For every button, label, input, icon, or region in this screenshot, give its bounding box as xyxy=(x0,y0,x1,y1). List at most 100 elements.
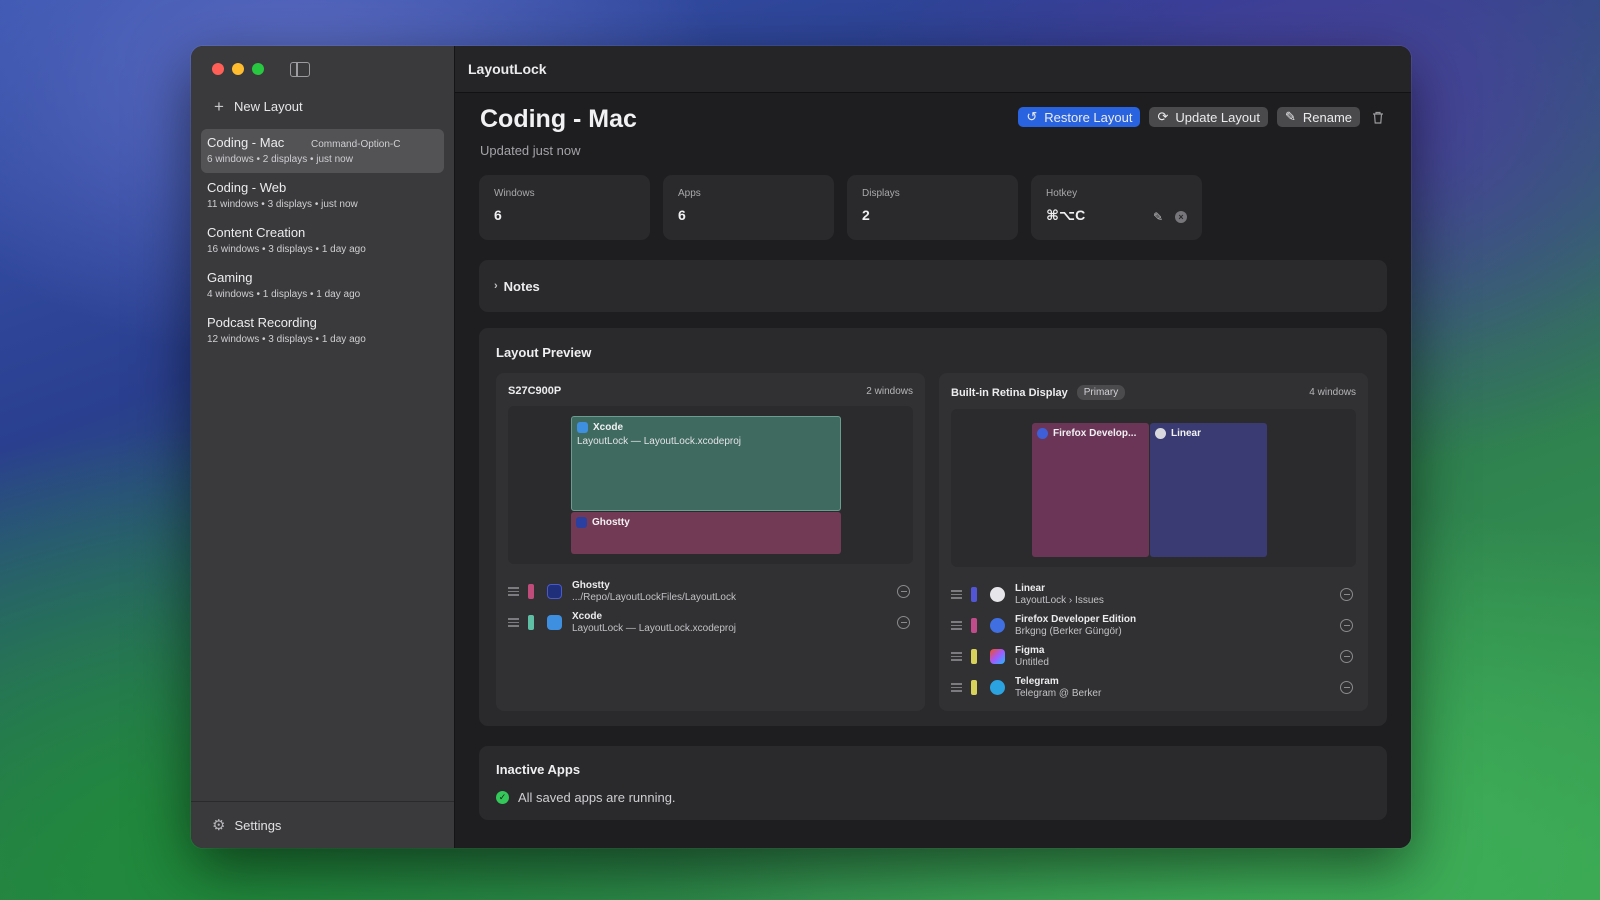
close-window-button[interactable] xyxy=(212,63,224,75)
row-window-title: Untitled xyxy=(1015,656,1049,668)
drag-handle-icon[interactable] xyxy=(508,618,519,627)
chevron-right-icon: › xyxy=(494,280,498,292)
window-row-xcode[interactable]: Xcode LayoutLock — LayoutLock.xcodeproj xyxy=(508,607,913,638)
stat-label: Apps xyxy=(678,188,701,199)
minimize-window-button[interactable] xyxy=(232,63,244,75)
update-layout-button[interactable]: ⟳ Update Layout xyxy=(1149,107,1268,127)
restore-icon: ↺ xyxy=(1026,109,1038,124)
checkmark-icon: ✓ xyxy=(496,791,509,804)
drag-handle-icon[interactable] xyxy=(951,621,962,630)
drag-handle-icon[interactable] xyxy=(951,683,962,692)
layout-item-meta: 6 windows • 2 displays • just now xyxy=(207,154,353,165)
toolbar-actions: ↺ Restore Layout ⟳ Update Layout ✎ Renam… xyxy=(1018,107,1387,127)
window-row-linear[interactable]: Linear LayoutLock › Issues xyxy=(951,579,1356,610)
display-window-count: 2 windows xyxy=(866,385,913,397)
color-swatch xyxy=(528,615,534,630)
window-app-name: Xcode xyxy=(593,422,624,433)
main-pane: LayoutLock Coding - Mac Updated just now… xyxy=(455,46,1411,848)
window-preview-firefox[interactable]: Firefox Develop... xyxy=(1032,423,1149,557)
display-panel-s27c900p: S27C900P 2 windows Xcode LayoutLock — La… xyxy=(496,373,925,711)
layout-item-podcast-recording[interactable]: Podcast Recording 12 windows • 3 display… xyxy=(201,309,444,353)
sidebar: + New Layout Coding - Mac Command-Option… xyxy=(191,46,455,848)
window-list: Ghostty .../Repo/LayoutLockFiles/LayoutL… xyxy=(508,576,913,638)
drag-handle-icon[interactable] xyxy=(508,587,519,596)
update-layout-label: Update Layout xyxy=(1175,109,1260,125)
layout-item-name: Podcast Recording xyxy=(207,315,317,330)
rename-label: Rename xyxy=(1302,109,1352,125)
stat-value: 2 xyxy=(862,207,870,223)
window-app-name: Ghostty xyxy=(592,517,630,528)
linear-icon xyxy=(990,587,1005,602)
window-preview-ghostty[interactable]: Ghostty xyxy=(571,512,841,554)
display-canvas: Xcode LayoutLock — LayoutLock.xcodeproj … xyxy=(508,406,913,564)
restore-layout-button[interactable]: ↺ Restore Layout xyxy=(1018,107,1141,127)
window-controls xyxy=(212,63,264,75)
window-row-telegram[interactable]: Telegram Telegram @ Berker xyxy=(951,672,1356,703)
layout-item-name: Coding - Mac xyxy=(207,135,285,150)
remove-window-minus-icon[interactable] xyxy=(1340,619,1353,632)
stat-label: Windows xyxy=(494,188,535,199)
section-title: Layout Preview xyxy=(496,345,592,360)
inactive-apps-section: Inactive Apps ✓ All saved apps are runni… xyxy=(479,746,1387,820)
layout-item-coding-web[interactable]: Coding - Web 11 windows • 3 displays • j… xyxy=(201,174,444,218)
new-layout-label: New Layout xyxy=(234,99,303,114)
window-subtitle: LayoutLock — LayoutLock.xcodeproj xyxy=(577,436,741,447)
remove-window-minus-icon[interactable] xyxy=(897,585,910,598)
color-swatch xyxy=(971,680,977,695)
row-app-name: Linear xyxy=(1015,582,1046,594)
settings-label: Settings xyxy=(234,817,282,833)
row-window-title: LayoutLock › Issues xyxy=(1015,594,1104,606)
xcode-icon xyxy=(577,422,588,433)
layout-item-content-creation[interactable]: Content Creation 16 windows • 3 displays… xyxy=(201,219,444,263)
remove-window-minus-icon[interactable] xyxy=(1340,650,1353,663)
inactive-message: All saved apps are running. xyxy=(518,790,676,805)
stats-row: Windows 6 Apps 6 Displays 2 Hotkey ⌘⌥C ✎ xyxy=(479,175,1387,240)
remove-window-minus-icon[interactable] xyxy=(1340,588,1353,601)
color-swatch xyxy=(971,618,977,633)
stat-apps: Apps 6 xyxy=(663,175,834,240)
trash-icon[interactable] xyxy=(1369,108,1387,126)
row-app-name: Firefox Developer Edition xyxy=(1015,613,1137,625)
display-canvas: Firefox Develop... Linear xyxy=(951,409,1356,567)
stat-hotkey: Hotkey ⌘⌥C ✎ × xyxy=(1031,175,1202,240)
remove-window-minus-icon[interactable] xyxy=(897,616,910,629)
stat-displays: Displays 2 xyxy=(847,175,1018,240)
layout-item-coding-mac[interactable]: Coding - Mac Command-Option-C 6 windows … xyxy=(201,129,444,173)
row-app-name: Xcode xyxy=(572,610,603,622)
ghostty-icon xyxy=(576,517,587,528)
stat-value: 6 xyxy=(678,207,686,223)
row-app-name: Ghostty xyxy=(572,579,610,591)
remove-window-minus-icon[interactable] xyxy=(1340,681,1353,694)
layout-item-meta: 12 windows • 3 displays • 1 day ago xyxy=(207,334,366,345)
zoom-window-button[interactable] xyxy=(252,63,264,75)
layout-item-name: Coding - Web xyxy=(207,180,287,195)
window-row-figma[interactable]: Figma Untitled xyxy=(951,641,1356,672)
section-title: Inactive Apps xyxy=(496,762,581,777)
window-app-name: Firefox Develop... xyxy=(1053,428,1137,439)
drag-handle-icon[interactable] xyxy=(951,652,962,661)
layout-item-gaming[interactable]: Gaming 4 windows • 1 displays • 1 day ag… xyxy=(201,264,444,308)
sidebar-toggle-icon[interactable] xyxy=(290,62,310,77)
drag-handle-icon[interactable] xyxy=(951,590,962,599)
settings-button[interactable]: ⚙ Settings xyxy=(191,801,454,848)
window-app-name: Linear xyxy=(1171,428,1202,439)
firefox-icon xyxy=(990,618,1005,633)
display-window-count: 4 windows xyxy=(1309,387,1356,398)
rename-button[interactable]: ✎ Rename xyxy=(1276,107,1360,127)
notes-label: Notes xyxy=(503,278,540,294)
window-row-ghostty[interactable]: Ghostty .../Repo/LayoutLockFiles/LayoutL… xyxy=(508,576,913,607)
edit-hotkey-pencil-icon[interactable]: ✎ xyxy=(1153,210,1163,224)
row-window-title: .../Repo/LayoutLockFiles/LayoutLock xyxy=(572,591,736,603)
row-app-name: Telegram xyxy=(1015,675,1059,687)
clear-hotkey-x-icon[interactable]: × xyxy=(1175,211,1187,223)
window-row-firefox[interactable]: Firefox Developer Edition Brkgng (Berker… xyxy=(951,610,1356,641)
notes-disclosure[interactable]: › Notes xyxy=(479,260,1387,312)
window-preview-xcode[interactable]: Xcode LayoutLock — LayoutLock.xcodeproj xyxy=(571,416,841,511)
row-window-title: Telegram @ Berker xyxy=(1015,687,1102,699)
layout-item-meta: 4 windows • 1 displays • 1 day ago xyxy=(207,289,361,300)
new-layout-button[interactable]: + New Layout xyxy=(212,98,303,115)
window-preview-linear[interactable]: Linear xyxy=(1150,423,1267,557)
display-panel-built-in-retina: Built-in Retina Display Primary 4 window… xyxy=(939,373,1368,711)
window-list: Linear LayoutLock › Issues Firefox Devel… xyxy=(951,579,1356,703)
page-title: Coding - Mac xyxy=(480,105,637,133)
